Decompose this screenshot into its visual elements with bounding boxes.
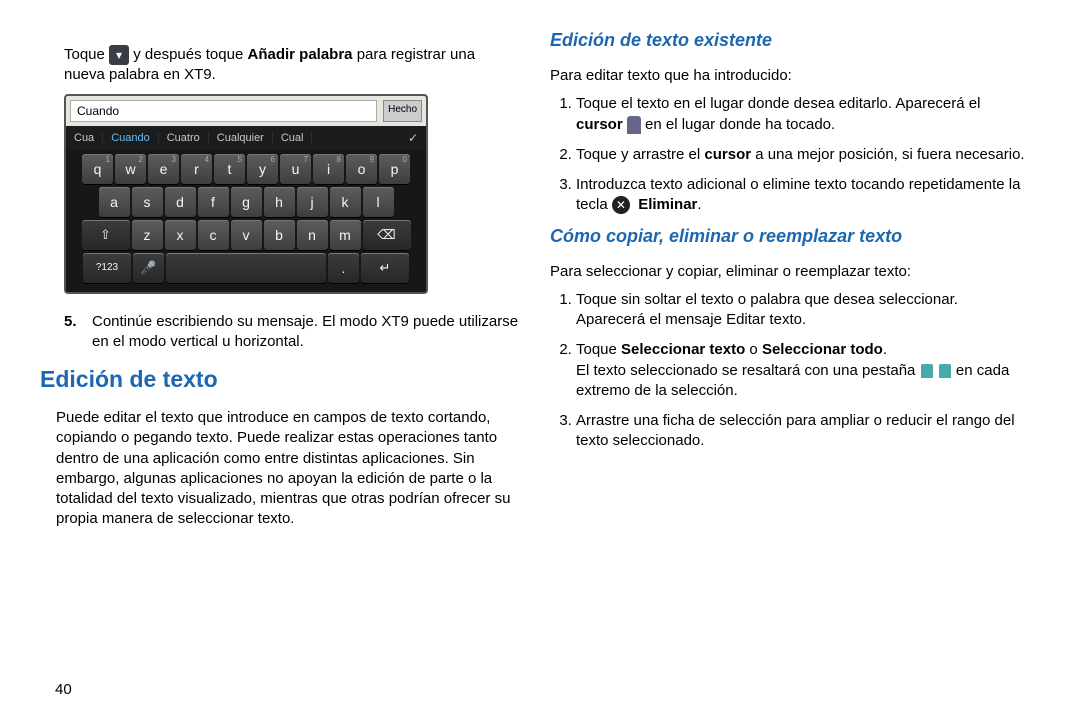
kb-key[interactable]: p0	[379, 154, 410, 184]
list-item: Toque el texto en el lugar donde desea e…	[576, 94, 1030, 135]
kb-mic-key[interactable]: 🎤	[133, 253, 164, 283]
list-item: Toque y arrastre el cursor a una mejor p…	[576, 145, 1030, 165]
kb-suggestion[interactable]: Cual	[273, 132, 313, 144]
list-number: 5.	[64, 312, 82, 353]
kb-key[interactable]: d	[165, 187, 196, 217]
kb-input-field[interactable]: Cuando	[70, 100, 377, 122]
kb-key[interactable]: x	[165, 220, 196, 250]
kb-row-3: ⇧ zxcvbnm ⌫	[68, 220, 424, 250]
ordered-list-b: Toque sin soltar el texto o palabra que …	[550, 290, 1030, 452]
ordered-list-a: Toque el texto en el lugar donde desea e…	[550, 94, 1030, 215]
section-para: Puede editar el texto que introduce en c…	[40, 408, 520, 530]
list-item: Toque Seleccionar texto o Seleccionar to…	[576, 340, 1030, 401]
kb-suggestion[interactable]: Cualquier	[209, 132, 273, 144]
cursor-icon	[627, 116, 641, 134]
kb-key[interactable]: z	[132, 220, 163, 250]
bold-text: Añadir palabra	[247, 46, 352, 63]
page-number: 40	[55, 681, 72, 698]
kb-key[interactable]: b	[264, 220, 295, 250]
kb-space-key[interactable]	[166, 253, 326, 283]
kb-row-1: q1w2e3r4t5y6u7i8o9p0	[68, 154, 424, 184]
kb-backspace-key[interactable]: ⌫	[363, 220, 411, 250]
kb-key[interactable]: n	[297, 220, 328, 250]
kb-enter-key[interactable]: ↵	[361, 253, 409, 283]
intro-line: Para seleccionar y copiar, eliminar o re…	[550, 262, 1030, 282]
text: y después toque	[133, 46, 247, 63]
intro-para: Toque ▾ y después toque Añadir palabra p…	[40, 45, 520, 86]
list-item: Introduzca texto adicional o elimine tex…	[576, 175, 1030, 216]
kb-key[interactable]: j	[297, 187, 328, 217]
selection-handle-icon	[921, 364, 933, 378]
section-heading: Edición de texto	[40, 366, 520, 393]
kb-key[interactable]: m	[330, 220, 361, 250]
kb-key[interactable]: a	[99, 187, 130, 217]
delete-icon: ✕	[612, 196, 630, 214]
kb-key[interactable]: t5	[214, 154, 245, 184]
kb-key[interactable]: q1	[82, 154, 113, 184]
kb-suggestion-bar: Cua Cuando Cuatro Cualquier Cual ✓	[66, 126, 426, 150]
text: Toque	[64, 46, 109, 63]
down-arrow-icon: ▾	[109, 45, 129, 65]
subsection-heading: Edición de texto existente	[550, 30, 1030, 51]
intro-line: Para editar texto que ha introducido:	[550, 66, 1030, 86]
kb-key[interactable]: u7	[280, 154, 311, 184]
kb-suggestion[interactable]: Cuando	[103, 132, 159, 144]
kb-check-icon[interactable]: ✓	[400, 131, 426, 145]
kb-key[interactable]: w2	[115, 154, 146, 184]
kb-done-button[interactable]: Hecho	[383, 100, 422, 122]
selection-handle-icon	[939, 364, 951, 378]
kb-key[interactable]: o9	[346, 154, 377, 184]
kb-shift-key[interactable]: ⇧	[82, 220, 130, 250]
kb-key[interactable]: r4	[181, 154, 212, 184]
kb-key[interactable]: g	[231, 187, 262, 217]
kb-key[interactable]: f	[198, 187, 229, 217]
step-text: Continúe escribiendo su mensaje. El modo…	[92, 312, 520, 353]
kb-key[interactable]: s	[132, 187, 163, 217]
kb-suggestion[interactable]: Cua	[66, 132, 103, 144]
kb-key[interactable]: v	[231, 220, 262, 250]
kb-sym-key[interactable]: ?123	[83, 253, 131, 283]
step-5: 5. Continúe escribiendo su mensaje. El m…	[40, 312, 520, 353]
kb-key[interactable]: i8	[313, 154, 344, 184]
kb-key[interactable]: l	[363, 187, 394, 217]
kb-period-key[interactable]: .	[328, 253, 359, 283]
kb-suggestion[interactable]: Cuatro	[159, 132, 209, 144]
list-item: Arrastre una ficha de selección para amp…	[576, 411, 1030, 452]
kb-key[interactable]: e3	[148, 154, 179, 184]
left-column: Toque ▾ y después toque Añadir palabra p…	[40, 30, 520, 538]
subsection-heading: Cómo copiar, eliminar o reemplazar texto	[550, 226, 1030, 247]
kb-key[interactable]: h	[264, 187, 295, 217]
keyboard-figure: Cuando Hecho Cua Cuando Cuatro Cualquier…	[64, 94, 428, 294]
kb-row-4: ?123 🎤 . ↵	[68, 253, 424, 283]
kb-key[interactable]: c	[198, 220, 229, 250]
kb-key[interactable]: k	[330, 187, 361, 217]
kb-key[interactable]: y6	[247, 154, 278, 184]
kb-row-2: asdfghjkl	[68, 187, 424, 217]
list-item: Toque sin soltar el texto o palabra que …	[576, 290, 1030, 331]
right-column: Edición de texto existente Para editar t…	[550, 30, 1030, 538]
